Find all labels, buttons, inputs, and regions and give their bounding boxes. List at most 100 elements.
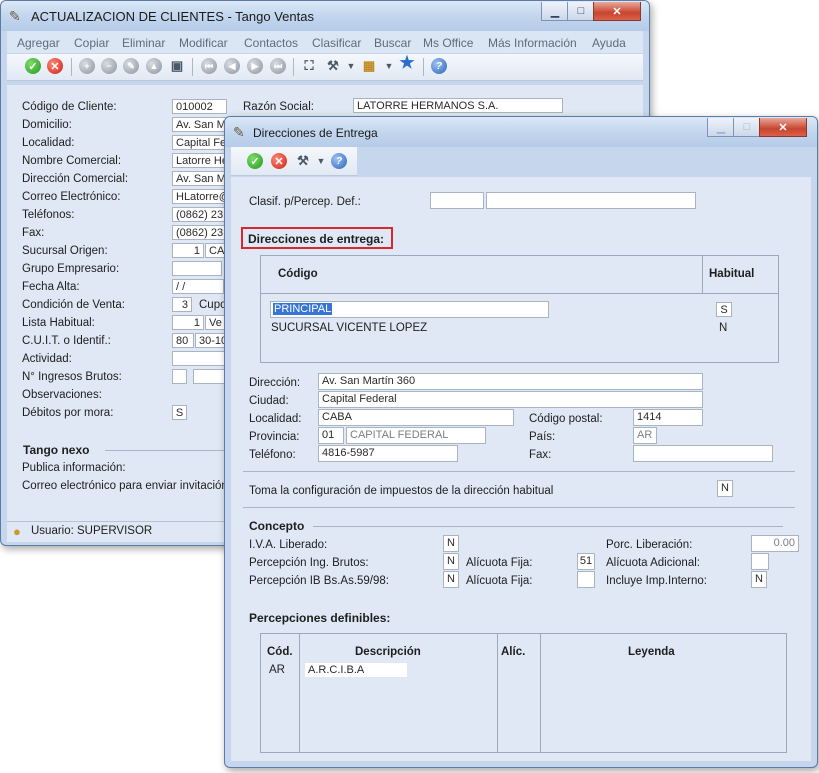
col-descripcion-header[interactable]: Descripción xyxy=(355,646,421,658)
main-titlebar[interactable]: ✎ ACTUALIZACION DE CLIENTES - Tango Vent… xyxy=(1,1,649,31)
dialog-help-icon[interactable]: ? xyxy=(331,153,347,169)
dialog-titlebar[interactable]: ✎ Direcciones de Entrega ▁ □ ✕ xyxy=(225,117,817,147)
toma-config-field[interactable]: N xyxy=(717,480,733,497)
telefonos-field[interactable]: (0862) 231 xyxy=(172,207,232,222)
dropdown-arrow-icon[interactable]: ▼ xyxy=(343,58,359,74)
codigo-postal-field[interactable]: 1414 xyxy=(633,409,703,426)
col-alic-header[interactable]: Alíc. xyxy=(501,646,525,658)
dropdown-arrow-icon[interactable]: ▼ xyxy=(381,58,397,74)
col-habitual-header[interactable]: Habitual xyxy=(709,268,754,280)
menu-ms-office[interactable]: Ms Office xyxy=(423,36,473,50)
camera-icon[interactable]: ▣ xyxy=(169,58,185,74)
direccion-field[interactable]: Av. San Martín 360 xyxy=(318,373,703,390)
ciudad-field[interactable]: Capital Federal xyxy=(318,391,703,408)
ingresos-brutos-type-field[interactable] xyxy=(172,369,187,384)
binoculars-icon[interactable]: ⛶ xyxy=(301,58,317,74)
col-cod-header[interactable]: Cód. xyxy=(267,646,293,658)
dialog-tools-icon[interactable]: ⚒ xyxy=(295,153,311,169)
last-record-icon[interactable]: ⏭ xyxy=(270,58,286,74)
menu-modificar[interactable]: Modificar xyxy=(179,36,228,50)
incluye-imp-field[interactable]: N xyxy=(751,571,767,588)
col-leyenda-header[interactable]: Leyenda xyxy=(628,646,675,658)
label-telefono: Teléfono: xyxy=(249,449,296,461)
codigo-cliente-field[interactable]: 010002 xyxy=(172,99,227,114)
cancel-icon[interactable]: ✕ xyxy=(47,58,63,74)
grid-icon[interactable]: ▦ xyxy=(361,58,377,74)
fecha-alta-field[interactable]: / / xyxy=(172,279,224,294)
menu-contactos[interactable]: Contactos xyxy=(244,36,298,50)
grid-row-habitual[interactable]: N xyxy=(719,322,727,334)
tools-icon[interactable]: ⚒ xyxy=(325,58,341,74)
grid-row-codigo[interactable]: SUCURSAL VICENTE LOPEZ xyxy=(271,322,427,334)
porc-liberacion-field[interactable]: 0.00 xyxy=(751,535,799,552)
menu-buscar[interactable]: Buscar xyxy=(374,36,411,50)
provincia-code-field[interactable]: 01 xyxy=(318,427,344,444)
menu-copiar[interactable]: Copiar xyxy=(74,36,109,50)
tango-nexo-title: Tango nexo xyxy=(23,443,90,457)
fax-field[interactable] xyxy=(633,445,773,462)
minimize-button[interactable]: ▁ xyxy=(541,2,569,21)
remove-icon[interactable]: − xyxy=(101,58,117,74)
correo-field[interactable]: HLatorre@ xyxy=(172,189,232,204)
localidad-field[interactable]: CABA xyxy=(318,409,514,426)
edit-icon[interactable]: ✎ xyxy=(123,58,139,74)
menu-mas-informacion[interactable]: Más Información xyxy=(488,36,577,50)
next-record-icon[interactable]: ▶ xyxy=(247,58,263,74)
actividad-field[interactable] xyxy=(172,351,232,366)
pais-field[interactable]: AR xyxy=(633,427,657,444)
fax-field[interactable]: (0862) 231 xyxy=(172,225,232,240)
help-icon[interactable]: ? xyxy=(431,58,447,74)
condicion-venta-field[interactable]: 3 xyxy=(172,297,192,312)
alicuota-fija-1-field[interactable]: 51 xyxy=(577,553,595,570)
grid-row-codigo-selected[interactable]: PRINCIPAL xyxy=(270,301,549,318)
percep-row-cod[interactable]: AR xyxy=(269,664,285,676)
menu-clasificar[interactable]: Clasificar xyxy=(312,36,361,50)
dialog-minimize-button[interactable]: ▁ xyxy=(707,118,735,137)
label-provincia: Provincia: xyxy=(249,431,300,443)
nombre-comercial-field[interactable]: Latorre He xyxy=(172,153,232,168)
grupo-empresario-field[interactable] xyxy=(172,261,222,276)
percep-row-desc-field[interactable]: A.R.C.I.B.A xyxy=(305,663,407,677)
dialog-title: Direcciones de Entrega xyxy=(253,126,378,140)
menu-ayuda[interactable]: Ayuda xyxy=(592,36,626,50)
first-record-icon[interactable]: ⏮ xyxy=(201,58,217,74)
prev-record-icon[interactable]: ◀ xyxy=(224,58,240,74)
maximize-button[interactable]: □ xyxy=(567,2,595,21)
lista-habitual-field[interactable]: 1 xyxy=(172,315,204,330)
grid-row-habitual-field[interactable]: S xyxy=(716,302,732,317)
dialog-app-icon: ✎ xyxy=(233,124,245,140)
dialog-maximize-button[interactable]: □ xyxy=(733,118,761,137)
col-codigo-header[interactable]: Código xyxy=(278,268,318,280)
domicilio-field[interactable]: Av. San M xyxy=(172,117,232,132)
sucursal-origen-field[interactable]: 1 xyxy=(172,243,204,258)
telefono-field[interactable]: 4816-5987 xyxy=(318,445,458,462)
label-correo: Correo Electrónico: xyxy=(22,191,121,203)
label-publica-informacion: Publica información: xyxy=(22,462,126,474)
dialog-accept-icon[interactable]: ✓ xyxy=(247,153,263,169)
alicuota-fija-2-field[interactable] xyxy=(577,571,595,588)
percep-ing-brutos-field[interactable]: N xyxy=(443,553,459,570)
dialog-cancel-icon[interactable]: ✕ xyxy=(271,153,287,169)
add-icon[interactable]: + xyxy=(79,58,95,74)
clasif-percep-code-field[interactable] xyxy=(430,192,484,209)
label-cuit: C.U.I.T. o Identif.: xyxy=(22,335,111,347)
cuit-type-field[interactable]: 80 xyxy=(172,333,194,348)
dialog-dropdown-arrow-icon[interactable]: ▼ xyxy=(313,153,329,169)
toolbar-separator xyxy=(293,58,294,76)
razon-social-field[interactable]: LATORRE HERMANOS S.A. xyxy=(353,98,563,113)
menu-agregar[interactable]: Agregar xyxy=(17,36,60,50)
debitos-mora-field[interactable]: S xyxy=(172,405,187,420)
label-iva-liberado: I.V.A. Liberado: xyxy=(249,539,328,551)
iva-liberado-field[interactable]: N xyxy=(443,535,459,552)
percep-ib-bsas-field[interactable]: N xyxy=(443,571,459,588)
accept-icon[interactable]: ✓ xyxy=(25,58,41,74)
favorites-star-icon[interactable]: ★ xyxy=(399,53,415,72)
localidad-field[interactable]: Capital Fede xyxy=(172,135,232,150)
dialog-close-button[interactable]: ✕ xyxy=(759,118,807,137)
clasif-percep-desc-field[interactable] xyxy=(486,192,696,209)
menu-eliminar[interactable]: Eliminar xyxy=(122,36,165,50)
close-button[interactable]: ✕ xyxy=(593,2,641,21)
alicuota-adicional-field[interactable] xyxy=(751,553,769,570)
direccion-comercial-field[interactable]: Av. San M xyxy=(172,171,232,186)
up-icon[interactable]: ▲ xyxy=(146,58,162,74)
